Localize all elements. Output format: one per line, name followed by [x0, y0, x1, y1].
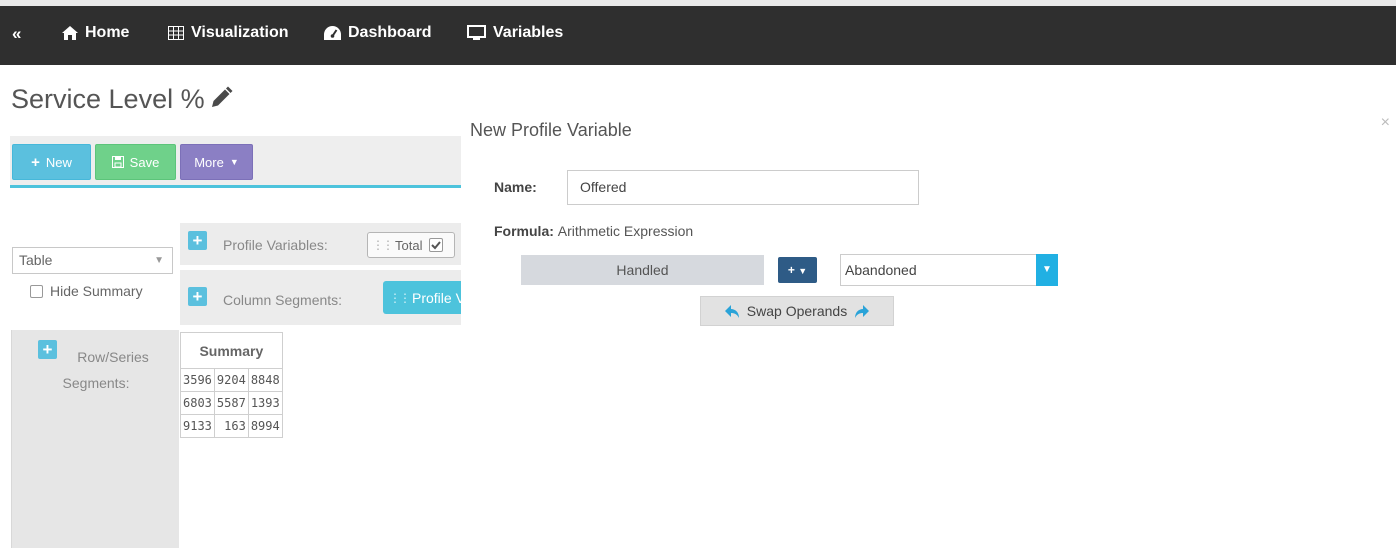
nav-item-home[interactable]: Home: [62, 24, 129, 42]
caret-down-icon: ▼: [154, 255, 164, 266]
summary-table: Summary 3596 9204 8848 6803 5587 1393 91…: [180, 332, 283, 438]
collapse-glyph: «: [12, 24, 22, 43]
profile-chip-checkbox[interactable]: [429, 238, 444, 252]
column-chip-label: Profile V: [412, 289, 462, 306]
profile-variables-panel: + Profile Variables: ⋮⋮ Total: [180, 223, 462, 265]
nav-item-variables[interactable]: Variables: [467, 24, 563, 42]
row-series-label-line2: Segments:: [62, 375, 130, 391]
check-icon: [431, 241, 442, 250]
caret-down-icon: ▼: [229, 157, 239, 167]
drag-handle-icon[interactable]: ⋮⋮: [389, 291, 411, 305]
summary-header: Summary: [180, 332, 283, 369]
table-header-row: Summary: [180, 332, 283, 369]
hide-summary-label: Hide Summary: [50, 283, 143, 299]
table-cell: 6803: [180, 391, 215, 415]
more-button-label: More: [194, 154, 224, 170]
caret-down-icon[interactable]: ▼: [1036, 254, 1058, 286]
modal-title: New Profile Variable: [470, 120, 632, 140]
table-cell: 1393: [247, 391, 283, 415]
table-cell: 163: [213, 414, 249, 438]
visualization-type-value: Table: [19, 252, 53, 268]
drag-handle-icon[interactable]: ⋮⋮: [372, 238, 394, 252]
operator-dropdown-button[interactable]: + ▼: [778, 257, 817, 283]
right-operand-value: Abandoned: [845, 262, 917, 278]
table-cell: 9204: [213, 368, 249, 392]
table-cell: 5587: [213, 391, 249, 415]
hide-summary-checkbox[interactable]: [30, 284, 43, 298]
nav-item-dashboard[interactable]: Dashboard: [324, 24, 432, 42]
table-cell: 8848: [247, 368, 283, 392]
formula-label: Formula:: [494, 223, 554, 239]
monitor-icon: [467, 25, 486, 40]
nav-item-visualization[interactable]: Visualization: [168, 24, 289, 42]
new-button[interactable]: + New: [12, 144, 91, 180]
table-cell: 3596: [180, 368, 215, 392]
dashboard-icon: [324, 26, 341, 40]
row-series-label-line1: Row/Series: [77, 349, 149, 365]
swap-operands-label: Swap Operands: [746, 303, 848, 319]
home-icon: [62, 26, 78, 40]
right-operand-select[interactable]: Abandoned ▼: [840, 254, 1058, 286]
floppy-icon: [111, 156, 124, 168]
swap-operands-button[interactable]: Swap Operands: [700, 296, 894, 326]
page-title: Service Level %: [11, 84, 233, 115]
column-segment-chip[interactable]: ⋮⋮ Profile V: [383, 281, 462, 314]
nav-label: Home: [85, 24, 130, 41]
formula-line: Formula: Arithmetic Expression: [494, 223, 693, 239]
new-button-label: New: [45, 154, 72, 170]
pencil-icon[interactable]: [209, 86, 233, 110]
column-segments-panel: + Column Segments: ⋮⋮ Profile V: [180, 270, 462, 325]
plus-icon: +: [31, 153, 40, 171]
table-icon: [168, 26, 184, 40]
toolbar: + New Save More ▼: [10, 136, 461, 188]
table-cell: 8994: [247, 414, 283, 438]
table-cell: 9133: [180, 414, 215, 438]
column-segments-label: Column Segments:: [223, 292, 343, 308]
add-column-segment-icon[interactable]: +: [188, 287, 207, 306]
page-title-text: Service Level %: [11, 84, 205, 114]
table-row: 9133 163 8994: [180, 414, 283, 438]
operator-label: +: [787, 263, 795, 277]
caret-down-icon: ▼: [798, 266, 808, 276]
visualization-type-select[interactable]: Table ▼: [12, 247, 173, 274]
arrow-up-right-icon: [855, 305, 870, 318]
profile-variable-chip[interactable]: ⋮⋮ Total: [367, 232, 455, 258]
profile-chip-label: Total: [395, 237, 423, 253]
table-row: 6803 5587 1393: [180, 391, 283, 415]
row-series-segments-panel: + Row/Series Segments:: [11, 330, 179, 548]
formula-type: Arithmetic Expression: [557, 223, 694, 239]
row-series-label: Row/Series Segments:: [12, 344, 180, 396]
nav-label: Visualization: [191, 24, 289, 41]
save-button-label: Save: [129, 154, 160, 170]
profile-variables-label: Profile Variables:: [223, 237, 328, 253]
close-icon[interactable]: ×: [1381, 114, 1390, 132]
sidebar-collapse-icon[interactable]: «: [12, 24, 21, 44]
top-navbar: « Home Visualization Dashboard Variables: [0, 0, 1396, 65]
add-profile-variable-icon[interactable]: +: [188, 231, 207, 250]
name-label: Name:: [494, 179, 537, 195]
more-dropdown-button[interactable]: More ▼: [180, 144, 253, 180]
left-operand[interactable]: Handled: [521, 255, 764, 285]
arrow-up-left-icon: [724, 305, 739, 318]
nav-label: Dashboard: [348, 24, 432, 41]
new-profile-variable-modal: New Profile Variable × Name: Offered For…: [461, 106, 1396, 548]
table-row: 3596 9204 8848: [180, 368, 283, 392]
nav-label: Variables: [493, 24, 564, 41]
save-button[interactable]: Save: [95, 144, 176, 180]
hide-summary-toggle[interactable]: Hide Summary: [30, 283, 143, 299]
name-input[interactable]: Offered: [567, 170, 919, 205]
